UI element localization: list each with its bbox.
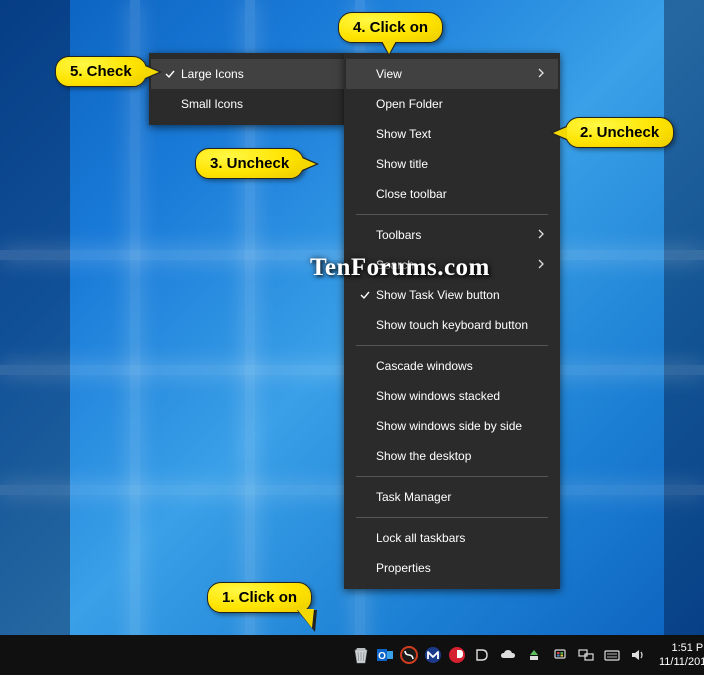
- malwarebytes-icon[interactable]: [424, 644, 442, 666]
- menu-item-toolbars[interactable]: Toolbars: [346, 220, 558, 250]
- outlook-icon[interactable]: O: [376, 644, 394, 666]
- menu-item-label: Properties: [376, 561, 544, 575]
- menu-item-label: Task Manager: [376, 490, 544, 504]
- separator: [356, 517, 548, 518]
- menu-item-label: Show the desktop: [376, 449, 544, 463]
- svg-text:O: O: [378, 651, 386, 662]
- callout-1: 1. Click on: [207, 582, 312, 613]
- menu-item-show-touch-keyboard[interactable]: Show touch keyboard button: [346, 310, 558, 340]
- callout-5: 5. Check: [55, 56, 147, 87]
- chevron-right-icon: [532, 259, 544, 272]
- defender-icon[interactable]: [550, 644, 570, 666]
- menu-item-lock-all-taskbars[interactable]: Lock all taskbars: [346, 523, 558, 553]
- callout-text: 5. Check: [70, 63, 132, 80]
- watermark: TenForums.com: [310, 254, 490, 282]
- callout-text: 1. Click on: [222, 589, 297, 606]
- callout-text: 2. Uncheck: [580, 124, 659, 141]
- menu-item-show-text[interactable]: Show Text: [346, 119, 558, 149]
- menu-item-label: Toolbars: [376, 228, 532, 242]
- menu-item-label: Show touch keyboard button: [376, 318, 544, 332]
- view-submenu: Large Icons Small Icons: [149, 53, 346, 125]
- recycle-bin-icon[interactable]: [352, 644, 370, 666]
- callout-2: 2. Uncheck: [565, 117, 674, 148]
- menu-item-show-desktop[interactable]: Show the desktop: [346, 441, 558, 471]
- menu-item-show-title[interactable]: Show title: [346, 149, 558, 179]
- menu-item-label: Close toolbar: [376, 187, 544, 201]
- callout-4: 4. Click on: [338, 12, 443, 43]
- submenu-item-small-icons[interactable]: Small Icons: [151, 89, 344, 119]
- menu-item-label: Small Icons: [181, 97, 330, 111]
- menu-item-label: View: [376, 67, 532, 81]
- chevron-right-icon: [532, 68, 544, 81]
- separator: [356, 214, 548, 215]
- menu-item-label: Show Text: [376, 127, 544, 141]
- network-icon[interactable]: [576, 644, 596, 666]
- menu-item-close-toolbar[interactable]: Close toolbar: [346, 179, 558, 209]
- menu-item-label: Large Icons: [181, 67, 330, 81]
- menu-item-label: Show windows stacked: [376, 389, 544, 403]
- chevron-right-icon: [532, 229, 544, 242]
- menu-item-label: Open Folder: [376, 97, 544, 111]
- menu-item-label: Lock all taskbars: [376, 531, 544, 545]
- pushbullet-icon[interactable]: [448, 644, 466, 666]
- menu-item-cascade-windows[interactable]: Cascade windows: [346, 351, 558, 381]
- menu-item-label: Cascade windows: [376, 359, 544, 373]
- menu-item-open-folder[interactable]: Open Folder: [346, 89, 558, 119]
- noscript-icon[interactable]: [400, 644, 418, 666]
- menu-item-properties[interactable]: Properties: [346, 553, 558, 583]
- menu-item-show-task-view-button[interactable]: Show Task View button: [346, 280, 558, 310]
- menu-item-task-manager[interactable]: Task Manager: [346, 482, 558, 512]
- desktop[interactable]: Large Icons Small Icons View Open Folder…: [0, 0, 704, 675]
- onedrive-icon[interactable]: [498, 644, 518, 666]
- callout-3: 3. Uncheck: [195, 148, 304, 179]
- taskbar[interactable]: O: [0, 635, 704, 675]
- safely-remove-icon[interactable]: [524, 644, 544, 666]
- callout-text: 4. Click on: [353, 19, 428, 36]
- taskbar-clock[interactable]: 1:51 PM 11/11/2015: [651, 641, 704, 669]
- tray-d-icon[interactable]: [472, 644, 492, 666]
- system-tray: 1:51 PM 11/11/2015: [469, 635, 704, 675]
- check-icon: [354, 289, 376, 301]
- menu-item-label: Show Task View button: [376, 288, 544, 302]
- callout-text: 3. Uncheck: [210, 155, 289, 172]
- submenu-item-large-icons[interactable]: Large Icons: [151, 59, 344, 89]
- taskbar-context-menu: View Open Folder Show Text Show title Cl…: [344, 53, 560, 589]
- separator: [356, 345, 548, 346]
- menu-item-show-windows-stacked[interactable]: Show windows stacked: [346, 381, 558, 411]
- clock-date: 11/11/2015: [659, 655, 704, 669]
- separator: [356, 476, 548, 477]
- menu-item-show-windows-side-by-side[interactable]: Show windows side by side: [346, 411, 558, 441]
- menu-item-label: Show windows side by side: [376, 419, 544, 433]
- menu-item-label: Show title: [376, 157, 544, 171]
- volume-icon[interactable]: [628, 644, 648, 666]
- clock-time: 1:51 PM: [659, 641, 704, 655]
- menu-item-view[interactable]: View: [346, 59, 558, 89]
- input-indicator-icon[interactable]: [602, 644, 622, 666]
- check-icon: [159, 68, 181, 80]
